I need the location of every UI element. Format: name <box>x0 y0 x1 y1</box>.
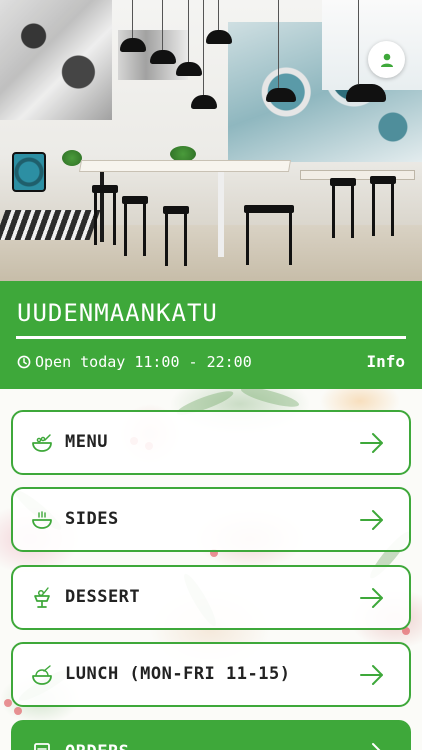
table-leg <box>100 172 104 242</box>
bar-stool <box>92 185 118 245</box>
small-bowl-icon <box>32 511 52 529</box>
window <box>322 0 422 90</box>
bar-stool <box>122 196 148 256</box>
table <box>78 160 292 172</box>
restaurant-photo <box>0 0 422 281</box>
pendant-lamp <box>266 0 296 102</box>
clock-icon <box>17 355 31 369</box>
category-label: ORDERS <box>65 742 129 750</box>
plant <box>62 150 82 166</box>
rice-bowl-icon <box>32 665 52 685</box>
user-icon <box>380 53 393 67</box>
pendant-lamp <box>150 0 176 64</box>
pendant-lamp <box>346 0 386 102</box>
category-menu-button[interactable]: MENU <box>11 410 411 475</box>
pendant-lamp <box>191 0 217 109</box>
bowl-icon <box>32 434 52 452</box>
rug <box>0 210 101 240</box>
arrow-right-icon <box>360 433 383 453</box>
profile-button[interactable] <box>368 41 405 78</box>
category-label: SIDES <box>65 509 119 529</box>
arrow-right-icon <box>372 743 381 750</box>
bar-stool <box>370 176 396 236</box>
table-leg <box>218 172 224 257</box>
opening-hours-text: Open today 11:00 - 22:00 <box>35 353 252 371</box>
category-sides-button[interactable]: SIDES <box>11 487 411 552</box>
arrow-right-icon <box>360 588 383 608</box>
table <box>300 170 415 180</box>
opening-hours: Open today 11:00 - 22:00 <box>17 353 252 371</box>
info-link[interactable]: Info <box>366 352 405 371</box>
pendant-lamp <box>176 0 202 76</box>
divider <box>16 336 406 339</box>
receipt-icon <box>34 743 50 750</box>
category-label: LUNCH (MON-FRI 11-15) <box>65 664 291 684</box>
arrow-right-icon <box>360 665 383 685</box>
wall-artwork <box>0 0 112 120</box>
arrow-right-icon <box>360 510 383 530</box>
bar-stool <box>163 206 189 266</box>
armchair <box>12 152 46 192</box>
pendant-lamp <box>120 0 146 52</box>
berry-decoration <box>4 699 12 707</box>
bar-stool <box>330 178 356 238</box>
orders-button[interactable]: ORDERS <box>11 720 411 750</box>
location-name: UUDENMAANKATU <box>17 299 218 327</box>
dessert-icon <box>34 587 50 608</box>
category-dessert-button[interactable]: DESSERT <box>11 565 411 630</box>
location-header: UUDENMAANKATU Open today 11:00 - 22:00 I… <box>0 281 422 389</box>
category-lunch-button[interactable]: LUNCH (MON-FRI 11-15) <box>11 642 411 707</box>
category-label: DESSERT <box>65 587 141 607</box>
leaf-decoration <box>239 389 301 411</box>
bar-stool <box>244 205 294 265</box>
berry-decoration <box>14 707 22 715</box>
pendant-lamp <box>206 0 232 44</box>
category-label: MENU <box>65 432 108 452</box>
